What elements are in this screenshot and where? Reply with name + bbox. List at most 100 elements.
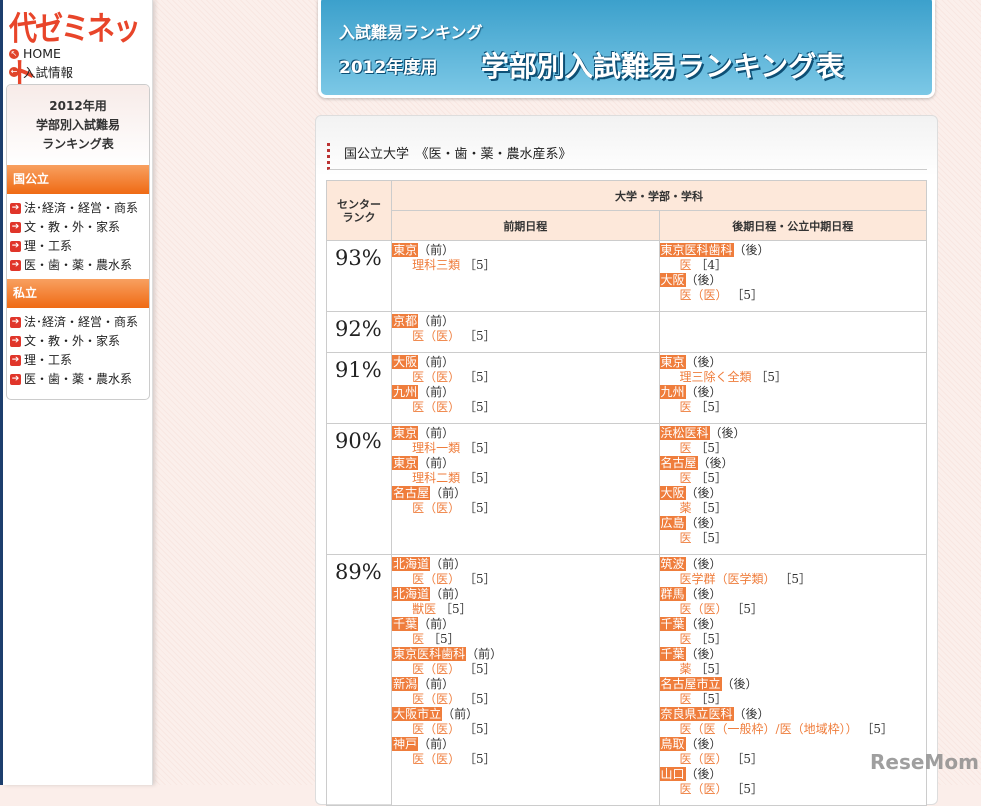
department-link[interactable]: 医（医）	[392, 400, 460, 414]
sidebar-menu-item[interactable]: ➔ 理・工系	[10, 351, 149, 370]
entry-dept: 医（医） ［5］	[660, 288, 926, 303]
university-link[interactable]: 神戸	[392, 737, 419, 751]
header-rank: センター ランク	[325, 180, 393, 241]
entry-dept: 医（医） ［5］	[392, 501, 658, 516]
department-link[interactable]: 医（医（一般枠）/医（地域枠））	[660, 722, 858, 736]
capacity: ［5］	[731, 288, 764, 302]
entry-dept: 医（医） ［5］	[660, 602, 926, 617]
department-link[interactable]: 医（医）	[392, 692, 460, 706]
department-link[interactable]: 理科三類	[392, 258, 460, 272]
university-link[interactable]: 九州	[659, 385, 686, 399]
sidebar-menu-item[interactable]: ➔ 法･経済・経営・商系	[10, 313, 149, 332]
home-link[interactable]: ↖ HOME	[9, 46, 61, 61]
sidebar-menu-item[interactable]: ➔ 文・教・外・家系	[10, 218, 149, 237]
department-link[interactable]: 医（医）	[660, 288, 728, 302]
university-link[interactable]: 東京医科歯科	[659, 243, 734, 257]
schedule-type: （前）	[466, 647, 503, 661]
schedule-type: （後）	[733, 707, 770, 721]
department-link[interactable]: 医	[660, 692, 692, 706]
entry: 名古屋市立（後）	[659, 677, 926, 692]
arrow-right-icon: ➔	[10, 336, 21, 347]
department-link[interactable]: 医	[660, 400, 692, 414]
university-link[interactable]: 北海道	[392, 557, 431, 571]
university-link[interactable]: 大阪	[659, 486, 686, 500]
sidebar-menu-item[interactable]: ➔ 医・歯・薬・農水系	[10, 370, 149, 389]
department-link[interactable]: 医（医）	[392, 752, 460, 766]
menu-item-label: 文・教・外・家系	[24, 220, 121, 234]
university-link[interactable]: 群馬	[659, 587, 686, 601]
category-header[interactable]: 国公立	[7, 165, 149, 194]
university-link[interactable]: 京都	[392, 314, 419, 328]
university-link[interactable]: 千葉	[659, 647, 686, 661]
university-link[interactable]: 名古屋	[392, 486, 431, 500]
department-link[interactable]: 医	[660, 471, 692, 485]
entry: 広島（後）	[659, 516, 926, 531]
capacity: ［5］	[463, 258, 496, 272]
department-link[interactable]: 医（医）	[392, 722, 460, 736]
department-link[interactable]: 医（医）	[660, 602, 728, 616]
university-link[interactable]: 名古屋市立	[659, 677, 722, 691]
university-link[interactable]: 九州	[392, 385, 419, 399]
arrow-right-icon: ➔	[10, 260, 21, 271]
department-link[interactable]: 医	[660, 632, 692, 646]
menu-title: 2012年用 学部別入試難易 ランキング表	[7, 85, 149, 165]
entry: 千葉（後）	[659, 617, 926, 632]
department-link[interactable]: 医（医）	[392, 370, 460, 384]
department-link[interactable]: 医	[660, 531, 692, 545]
department-link[interactable]: 医（医）	[660, 782, 728, 796]
exam-info-link[interactable]: ← 入試情報	[9, 62, 73, 81]
arrow-left-circle-icon: ←	[9, 66, 19, 77]
university-link[interactable]: 新潟	[392, 677, 419, 691]
department-link[interactable]: 理三除く全類	[660, 370, 752, 384]
schedule-type: （後）	[685, 557, 722, 571]
university-link[interactable]: 東京医科歯科	[392, 647, 467, 661]
department-link[interactable]: 医	[392, 632, 424, 646]
department-link[interactable]: 医	[660, 258, 692, 272]
university-link[interactable]: 鳥取	[659, 737, 686, 751]
university-link[interactable]: 大阪市立	[392, 707, 443, 721]
university-link[interactable]: 千葉	[392, 617, 419, 631]
university-link[interactable]: 大阪	[659, 273, 686, 287]
menu-item-label: 理・工系	[24, 353, 73, 367]
university-link[interactable]: 東京	[392, 426, 419, 440]
university-link[interactable]: 奈良県立医科	[659, 707, 734, 721]
table-row: 92% 京都（前） 医（医） ［5］	[325, 311, 928, 353]
department-link[interactable]: 医（医）	[392, 572, 460, 586]
entry: 東京医科歯科（前）	[392, 647, 658, 662]
sidebar-menu-item[interactable]: ➔ 理・工系	[10, 237, 149, 256]
department-link[interactable]: 医（医）	[660, 752, 728, 766]
university-link[interactable]: 広島	[659, 516, 686, 530]
department-link[interactable]: 薬	[660, 662, 692, 676]
sidebar-menu-item[interactable]: ➔ 法･経済・経営・商系	[10, 199, 149, 218]
university-link[interactable]: 名古屋	[659, 456, 698, 470]
entry-dept: 医（医） ［5］	[392, 329, 658, 344]
entry: 九州（前）	[392, 385, 658, 400]
department-link[interactable]: 獣医	[392, 602, 436, 616]
category-header[interactable]: 私立	[7, 279, 149, 308]
sidebar-menu-item[interactable]: ➔ 医・歯・薬・農水系	[10, 256, 149, 275]
department-link[interactable]: 医	[660, 441, 692, 455]
university-link[interactable]: 東京	[392, 243, 419, 257]
department-link[interactable]: 医（医）	[392, 662, 460, 676]
sidebar-menu-item[interactable]: ➔ 文・教・外・家系	[10, 332, 149, 351]
university-link[interactable]: 浜松医科	[659, 426, 710, 440]
department-link[interactable]: 理科一類	[392, 441, 460, 455]
department-link[interactable]: 理科二類	[392, 471, 460, 485]
university-link[interactable]: 筑波	[659, 557, 686, 571]
schedule-type: （後）	[697, 456, 734, 470]
table-row: 89% 北海道（前） 医（医） ［5］ 北海道（前） 獣医 ［5］ 千葉（前）医 ［5］ 東…	[325, 554, 928, 806]
department-link[interactable]: 医（医）	[392, 329, 460, 343]
schedule-type: （後）	[733, 243, 770, 257]
university-link[interactable]: 山口	[659, 767, 686, 781]
entry-dept: 医 ［5］	[660, 531, 926, 546]
schedule-type: （後）	[685, 486, 722, 500]
university-link[interactable]: 東京	[392, 456, 419, 470]
department-link[interactable]: 医学群（医学類）	[660, 572, 776, 586]
university-link[interactable]: 東京	[659, 355, 686, 369]
entry: 群馬（後）	[659, 587, 926, 602]
university-link[interactable]: 大阪	[392, 355, 419, 369]
university-link[interactable]: 千葉	[659, 617, 686, 631]
university-link[interactable]: 北海道	[392, 587, 431, 601]
department-link[interactable]: 医（医）	[392, 501, 460, 515]
department-link[interactable]: 薬	[660, 501, 692, 515]
